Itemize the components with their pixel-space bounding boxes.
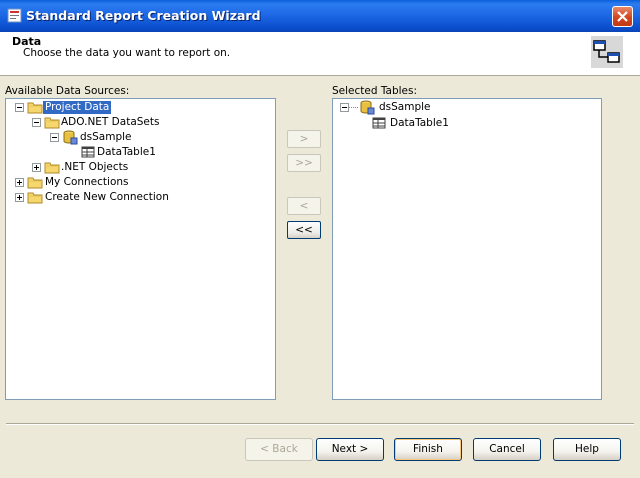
selected-tables-label: Selected Tables: — [332, 85, 418, 97]
report-wizard-icon — [7, 8, 22, 23]
tree-node-label: .NET Objects — [61, 161, 129, 173]
footer-divider — [6, 423, 634, 425]
tree-node-label: ADO.NET DataSets — [61, 116, 160, 128]
tree-node-label: dsSample — [379, 101, 431, 113]
tree-node-datatable1[interactable]: DataTable1 — [333, 116, 533, 131]
wizard-header: Data Choose the data you want to report … — [0, 32, 640, 76]
folder-icon — [27, 192, 43, 204]
table-icon — [372, 117, 386, 129]
next-button[interactable]: Next > — [316, 438, 384, 461]
tree-connector — [349, 107, 358, 108]
collapse-icon[interactable] — [32, 118, 41, 127]
collapse-icon[interactable] — [15, 103, 24, 112]
tree-node-label: My Connections — [45, 176, 129, 188]
expand-icon[interactable] — [15, 178, 24, 187]
tree-node-dssample[interactable]: dsSample — [333, 100, 533, 115]
tree-node-label: Create New Connection — [45, 191, 169, 203]
tree-node-datatable1[interactable]: DataTable1 — [6, 145, 206, 160]
expand-icon[interactable] — [15, 193, 24, 202]
remove-table-button[interactable]: < — [287, 197, 321, 215]
collapse-icon[interactable] — [50, 133, 59, 142]
tree-node-label: dsSample — [80, 131, 132, 143]
tree-node-net-objects[interactable]: .NET Objects — [6, 160, 206, 175]
close-icon — [617, 11, 628, 22]
tree-node-dssample[interactable]: dsSample — [6, 130, 206, 145]
add-all-tables-button[interactable]: >> — [287, 154, 321, 172]
close-button[interactable] — [612, 6, 633, 27]
back-button[interactable]: < Back — [245, 438, 313, 461]
tree-node-ado-net-datasets[interactable]: ADO.NET DataSets — [6, 115, 206, 130]
page-subtitle: Choose the data you want to report on. — [23, 47, 231, 59]
add-table-button[interactable]: > — [287, 130, 321, 148]
title-bar: Standard Report Creation Wizard — [0, 0, 640, 32]
collapse-icon[interactable] — [340, 103, 349, 112]
dataset-icon — [360, 100, 375, 115]
cancel-button[interactable]: Cancel — [473, 438, 541, 461]
folder-icon — [27, 102, 43, 114]
selected-tables-tree[interactable]: dsSample DataTable1 — [332, 98, 602, 400]
table-icon — [81, 146, 95, 158]
tree-node-label: Project Data — [43, 101, 112, 114]
tree-node-label: DataTable1 — [390, 117, 449, 129]
finish-button[interactable]: Finish — [394, 438, 462, 461]
window-title: Standard Report Creation Wizard — [26, 8, 261, 23]
help-button[interactable]: Help — [553, 438, 621, 461]
tree-node-create-new-connection[interactable]: Create New Connection — [6, 190, 206, 205]
tree-node-my-connections[interactable]: My Connections — [6, 175, 206, 190]
remove-all-tables-button[interactable]: << — [287, 221, 321, 239]
data-link-icon — [591, 36, 623, 68]
available-data-sources-tree[interactable]: Project Data ADO.NET DataSets dsSample D… — [5, 98, 276, 400]
tree-node-project-data[interactable]: Project Data — [6, 100, 206, 115]
dataset-icon — [63, 130, 78, 145]
available-data-sources-label: Available Data Sources: — [5, 85, 130, 97]
folder-icon — [27, 177, 43, 189]
folder-icon — [44, 162, 60, 174]
expand-icon[interactable] — [32, 163, 41, 172]
tree-node-label: DataTable1 — [97, 146, 156, 158]
folder-icon — [44, 117, 60, 129]
